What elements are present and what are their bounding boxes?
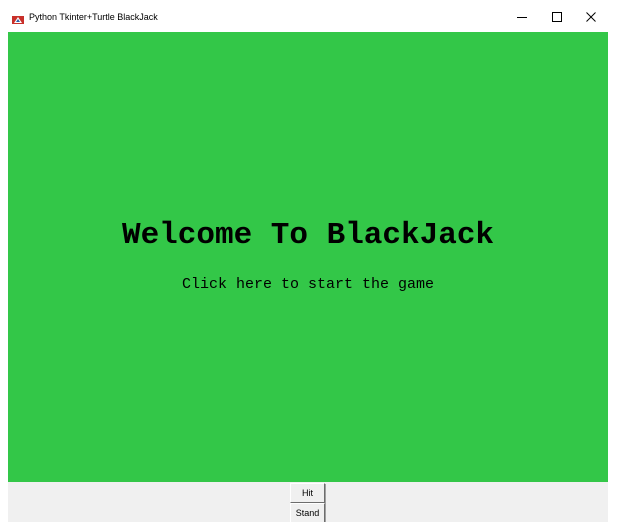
hit-button[interactable]: Hit xyxy=(290,483,325,503)
title-bar[interactable]: Python Tkinter+Turtle BlackJack xyxy=(0,0,625,32)
close-icon xyxy=(586,12,596,22)
minimize-icon xyxy=(517,12,527,22)
welcome-title: Welcome To BlackJack xyxy=(121,218,495,253)
game-canvas[interactable]: Welcome To BlackJack Click here to start… xyxy=(8,32,608,482)
feather-tk-icon xyxy=(12,12,24,24)
maximize-button[interactable] xyxy=(541,4,573,30)
window-bottom-border xyxy=(0,522,625,532)
start-game-link[interactable]: Click here to start the game xyxy=(8,275,608,295)
window-title: Python Tkinter+Turtle BlackJack xyxy=(29,12,158,22)
button-panel: Hit Stand xyxy=(8,482,608,523)
app-window: Python Tkinter+Turtle BlackJack Welcome … xyxy=(0,0,625,532)
maximize-icon xyxy=(552,12,562,22)
close-button[interactable] xyxy=(575,4,607,30)
stand-button[interactable]: Stand xyxy=(290,503,325,523)
minimize-button[interactable] xyxy=(506,4,538,30)
